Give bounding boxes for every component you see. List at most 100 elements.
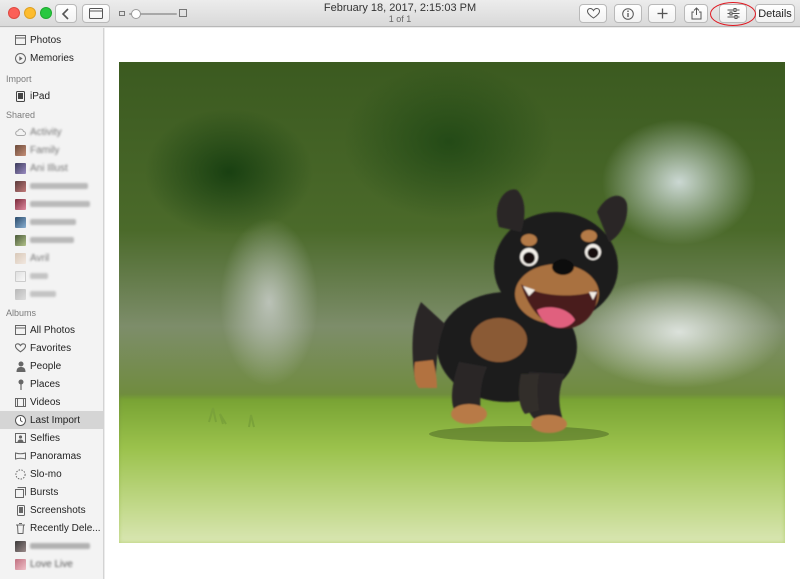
add-button[interactable] <box>648 4 676 23</box>
album-thumbnail-icon <box>15 558 26 570</box>
sidebar-item-label <box>30 237 74 243</box>
sidebar-item-screenshots[interactable]: Screenshots <box>0 501 103 519</box>
toolbar: February 18, 2017, 2:15:03 PM 1 of 1 Det… <box>0 0 800 27</box>
album-thumbnail-icon <box>15 252 26 264</box>
sidebar-item-people[interactable]: People <box>0 357 103 375</box>
album-thumbnail-icon <box>15 234 26 246</box>
sidebar-item-label: Favorites <box>30 342 72 354</box>
share-icon <box>691 7 702 20</box>
sidebar-icon <box>89 8 103 19</box>
sidebar-item-shared-album[interactable] <box>0 213 103 231</box>
zoom-slider[interactable] <box>119 8 187 20</box>
sidebar-item-shared-album[interactable] <box>0 195 103 213</box>
sidebar-item-label: Last Import <box>30 414 81 426</box>
photos-icon <box>15 325 26 336</box>
photo-viewer <box>105 28 800 579</box>
sidebar-item-shared-album[interactable]: Avril <box>0 249 103 267</box>
sidebar-item-label: Memories <box>30 52 74 64</box>
zoom-out-icon <box>119 11 125 16</box>
sidebar-item-label <box>30 201 90 207</box>
details-label: Details <box>758 7 792 20</box>
sidebar-item-label: Avril <box>30 252 50 264</box>
zoom-knob[interactable] <box>131 9 141 19</box>
sidebar-item-label: Activity <box>30 126 62 138</box>
sidebar-item-label: Panoramas <box>30 450 82 462</box>
sidebar-item-shared-album[interactable]: Ani Illust <box>0 159 103 177</box>
selfie-icon <box>15 433 26 444</box>
sidebar-item-all-photos[interactable]: All Photos <box>0 321 103 339</box>
edit-button[interactable] <box>719 4 747 23</box>
sidebar-item-label <box>30 291 56 297</box>
fullscreen-window-button[interactable] <box>40 7 52 19</box>
sidebar-item-label <box>30 219 76 225</box>
sidebar-item-label <box>30 543 90 549</box>
video-icon <box>15 397 26 408</box>
photos-icon <box>15 35 26 46</box>
album-thumbnail-icon <box>15 216 26 228</box>
sidebar-item-shared-album[interactable] <box>0 285 103 303</box>
sidebar-item-places[interactable]: Places <box>0 375 103 393</box>
sidebar-item-memories[interactable]: Memories <box>0 49 103 67</box>
sidebar-item-shared-album[interactable] <box>0 267 103 285</box>
sidebar-item-panoramas[interactable]: Panoramas <box>0 447 103 465</box>
album-thumbnail-icon <box>15 198 26 210</box>
trash-icon <box>15 522 26 534</box>
sidebar-item-ipad[interactable]: iPad <box>0 87 103 105</box>
sidebar-item-last-import[interactable]: Last Import <box>0 411 103 429</box>
sidebar-section-albums: Albums <box>6 308 37 318</box>
album-thumbnail-icon <box>15 180 26 192</box>
sidebar-toggle-button[interactable] <box>82 4 110 23</box>
info-icon <box>622 7 634 20</box>
dog-photo[interactable] <box>119 62 785 543</box>
sidebar-item-user-album[interactable] <box>0 537 103 555</box>
sidebar-item-label: Videos <box>30 396 61 408</box>
photo-date: February 18, 2017, 2:15:03 PM <box>323 2 477 14</box>
panorama-icon <box>15 451 26 462</box>
sidebar-item-label: Selfies <box>30 432 61 444</box>
person-icon <box>15 361 26 372</box>
heart-icon <box>15 343 26 354</box>
sidebar-item-label: Photos <box>30 34 62 46</box>
sidebar-section-shared: Shared <box>6 110 36 120</box>
sidebar-item-favorites[interactable]: Favorites <box>0 339 103 357</box>
photo-count: 1 of 1 <box>388 14 412 24</box>
album-thumbnail-icon <box>15 270 26 282</box>
close-window-button[interactable] <box>8 7 20 19</box>
sidebar-item-label: Recently Dele... <box>30 522 101 534</box>
sidebar-item-shared-album[interactable] <box>0 231 103 249</box>
sidebar-item-videos[interactable]: Videos <box>0 393 103 411</box>
sidebar-item-shared-album[interactable]: Family <box>0 141 103 159</box>
sidebar-item-label: iPad <box>30 90 51 102</box>
back-button[interactable] <box>55 4 77 23</box>
share-button[interactable] <box>684 4 708 23</box>
sidebar-item-label <box>30 273 48 279</box>
sidebar: Photos Memories Import iPad Shared Activ… <box>0 28 104 579</box>
sidebar-item-label <box>30 183 88 189</box>
sidebar-item-label: Slo-mo <box>30 468 62 480</box>
ipad-icon <box>15 90 26 102</box>
sidebar-item-selfies[interactable]: Selfies <box>0 429 103 447</box>
sidebar-item-user-album[interactable]: Love Live <box>0 555 103 573</box>
sidebar-item-slo-mo[interactable]: Slo-mo <box>0 465 103 483</box>
sidebar-item-bursts[interactable]: Bursts <box>0 483 103 501</box>
details-button[interactable]: Details <box>755 4 795 23</box>
sidebar-item-activity[interactable]: Activity <box>0 123 103 141</box>
sidebar-section-import: Import <box>6 74 32 84</box>
info-button[interactable] <box>614 4 642 23</box>
album-thumbnail-icon <box>15 162 26 174</box>
sidebar-item-label: Love Live <box>30 558 73 570</box>
sidebar-item-label: All Photos <box>30 324 76 336</box>
album-thumbnail-icon <box>15 144 26 156</box>
heart-icon <box>586 8 600 19</box>
album-thumbnail-icon <box>15 288 26 300</box>
favorite-button[interactable] <box>579 4 607 23</box>
sidebar-item-photos[interactable]: Photos <box>0 31 103 49</box>
sidebar-item-recently-deleted[interactable]: Recently Dele... <box>0 519 103 537</box>
minimize-window-button[interactable] <box>24 7 36 19</box>
pin-icon <box>15 379 26 390</box>
sidebar-item-label: Family <box>30 144 60 156</box>
sliders-icon <box>727 8 740 19</box>
slomo-icon <box>15 468 26 480</box>
sidebar-item-label: Screenshots <box>30 504 86 516</box>
sidebar-item-shared-album[interactable] <box>0 177 103 195</box>
